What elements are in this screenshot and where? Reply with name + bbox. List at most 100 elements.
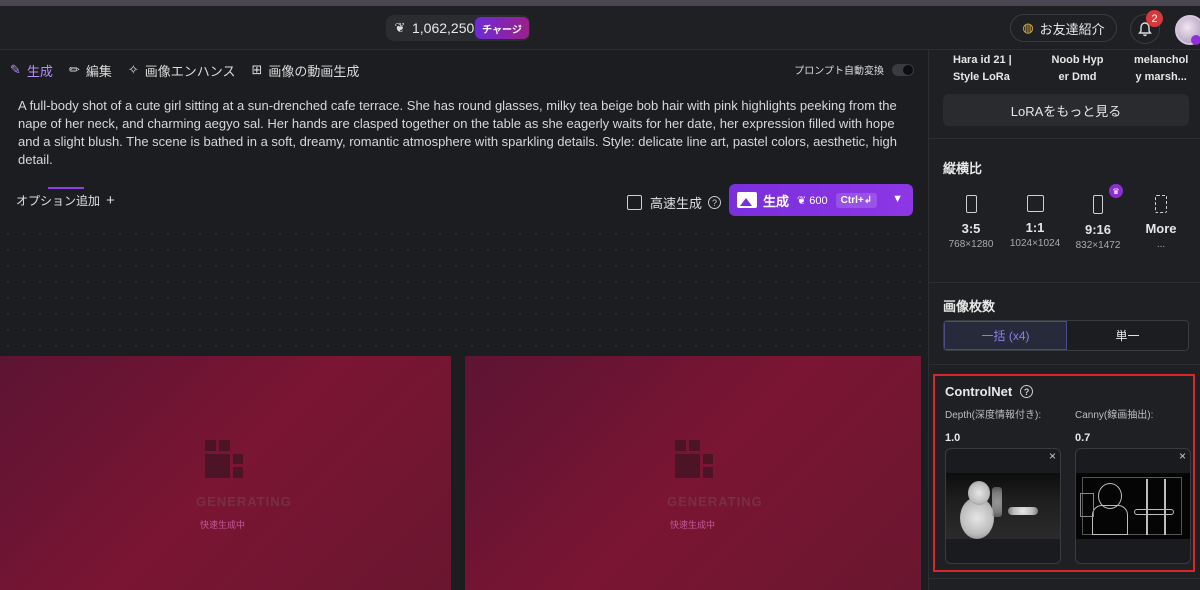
video-gen-icon: ⊞ bbox=[251, 62, 263, 77]
generating-status: GENERATING bbox=[196, 494, 292, 509]
premium-crown-icon bbox=[1191, 35, 1200, 45]
lora-item[interactable]: Noob Hyp er Dmd bbox=[1036, 52, 1120, 86]
depth-image-slot[interactable]: × bbox=[945, 448, 1061, 564]
canny-strength-value[interactable]: 0.7 bbox=[1075, 432, 1090, 444]
user-avatar[interactable] bbox=[1175, 15, 1200, 45]
aspect-ratio-label: 9:16 bbox=[1084, 222, 1112, 237]
auto-prompt-convert: プロンプト自動変換 bbox=[794, 62, 914, 77]
lora-name-line: Style LoRa bbox=[953, 71, 1010, 83]
chevron-down-icon[interactable]: ▼ bbox=[892, 193, 903, 205]
pencil-icon: ✏ bbox=[68, 62, 80, 77]
section-divider bbox=[929, 138, 1200, 139]
fast-generate-label: 高速生成 bbox=[650, 196, 703, 211]
tab-generate[interactable]: ✎ 生成 bbox=[10, 61, 53, 80]
shortcut-hint: Ctrl+↲ bbox=[835, 192, 878, 208]
options-label: オプション追加 bbox=[16, 194, 101, 208]
aspect-size-label: 1024×1024 bbox=[1009, 238, 1061, 249]
mode-tabs: ✎ 生成 ✏ 編集 ✧ 画像エンハンス ⊞ 画像の動画生成 bbox=[10, 58, 375, 82]
notification-count-badge: 2 bbox=[1146, 10, 1163, 27]
controlnet-title: ControlNet ? bbox=[945, 384, 1034, 399]
leaf-credit-icon: ❦ bbox=[394, 20, 406, 35]
controlnet-section: ControlNet ? Depth(深度情報付き): Canny(線画抽出):… bbox=[933, 374, 1195, 572]
lora-name-line: Noob Hyp bbox=[1051, 54, 1104, 66]
lora-name-line: er Dmd bbox=[1058, 71, 1097, 83]
batch-x4-option[interactable]: 一括 (x4) bbox=[944, 321, 1067, 350]
image-icon bbox=[737, 192, 757, 208]
single-option[interactable]: 単一 bbox=[1067, 321, 1188, 350]
section-divider bbox=[929, 282, 1200, 283]
aspect-option-9-16[interactable]: 9:16 832×1472 bbox=[1066, 195, 1130, 251]
generate-button[interactable]: 生成 ❦ 600 Ctrl+↲ ▼ bbox=[729, 184, 913, 216]
more-lora-button[interactable]: LoRAをもっと見る bbox=[943, 94, 1189, 126]
controlnet-title-text: ControlNet bbox=[945, 384, 1013, 399]
auto-convert-label: プロンプト自動変換 bbox=[794, 66, 884, 77]
lora-item[interactable]: melanchol y marsh... bbox=[1119, 52, 1200, 86]
tab-video-generation[interactable]: ⊞ 画像の動画生成 bbox=[252, 61, 360, 80]
charge-button[interactable]: チャージ bbox=[475, 17, 529, 39]
top-header: ❦ 1,062,250 チャージ ◍ お友達紹介 2 bbox=[0, 6, 1200, 50]
image-count-toggle: 一括 (x4) 単一 bbox=[943, 320, 1189, 351]
tab-enhance[interactable]: ✧ 画像エンハンス bbox=[128, 61, 236, 80]
invite-friends-button[interactable]: ◍ お友達紹介 bbox=[1010, 14, 1117, 42]
image-count-title: 画像枚数 bbox=[943, 299, 996, 314]
lora-name-line: Hara id 21 | bbox=[953, 54, 1012, 66]
depth-map-image bbox=[946, 473, 1060, 539]
aspect-option-3-5[interactable]: 3:5 768×1280 bbox=[939, 195, 1003, 250]
lora-name-line: y marsh... bbox=[1135, 71, 1187, 83]
generate-cost: ❦ 600 bbox=[797, 194, 828, 207]
fast-generate-option: 高速生成 ? bbox=[627, 193, 722, 212]
fast-generating-tag: 快速生成中 bbox=[670, 520, 716, 530]
cost-value: 600 bbox=[809, 194, 828, 207]
tab-label: 生成 bbox=[26, 63, 53, 79]
aspect-ratio-label: More bbox=[1145, 221, 1177, 236]
canny-image-slot[interactable]: × bbox=[1075, 448, 1191, 564]
aspect-ratio-label: 1:1 bbox=[1025, 220, 1045, 235]
add-options-button[interactable]: オプション追加 + bbox=[16, 187, 115, 209]
settings-sidebar: Hara id 21 | Style LoRa Noob Hyp er Dmd … bbox=[928, 50, 1200, 590]
fast-generating-tag: 快速生成中 bbox=[200, 520, 246, 530]
help-icon[interactable]: ? bbox=[1020, 385, 1034, 398]
square-shape-icon bbox=[1026, 195, 1044, 212]
generating-status: GENERATING bbox=[667, 494, 763, 509]
portrait-shape-icon bbox=[965, 195, 977, 213]
aspect-option-more[interactable]: More ... bbox=[1129, 195, 1193, 250]
lora-name-line: melanchol bbox=[1133, 54, 1189, 66]
credit-balance: 1,062,250 bbox=[412, 20, 475, 36]
money-bag-icon: ◍ bbox=[1022, 20, 1034, 35]
aspect-size-label: 768×1280 bbox=[948, 239, 994, 250]
generating-card: GENERATING 快速生成中 bbox=[0, 356, 451, 590]
depth-strength-value[interactable]: 1.0 bbox=[945, 432, 960, 444]
aspect-option-1-1[interactable]: 1:1 1024×1024 bbox=[1003, 195, 1067, 249]
canny-edge-image bbox=[1076, 473, 1190, 539]
tab-edit[interactable]: ✏ 編集 bbox=[69, 61, 112, 80]
aspect-ratio-title: 縦横比 bbox=[943, 161, 983, 176]
close-icon[interactable]: × bbox=[1049, 449, 1056, 463]
enhance-icon: ✧ bbox=[127, 62, 139, 77]
aspect-ratio-label: 3:5 bbox=[961, 221, 981, 236]
tab-label: 画像の動画生成 bbox=[268, 63, 360, 79]
premium-crown-icon: ♛ bbox=[1109, 184, 1123, 198]
tall-portrait-shape-icon bbox=[1093, 195, 1103, 214]
section-divider bbox=[929, 364, 1200, 365]
canvas-dot-grid bbox=[0, 226, 928, 356]
lora-list: Hara id 21 | Style LoRa Noob Hyp er Dmd … bbox=[953, 52, 1200, 86]
invite-label: お友達紹介 bbox=[1039, 21, 1105, 37]
canny-label: Canny(線画抽出): bbox=[1075, 410, 1154, 421]
help-icon[interactable]: ? bbox=[708, 196, 722, 209]
placeholder-logo-icon bbox=[675, 440, 713, 478]
tab-label: 画像エンハンス bbox=[144, 63, 236, 79]
aspect-size-label: 832×1472 bbox=[1075, 240, 1121, 251]
close-icon[interactable]: × bbox=[1179, 449, 1186, 463]
section-divider bbox=[929, 578, 1200, 579]
auto-convert-switch[interactable] bbox=[892, 63, 914, 76]
lora-item[interactable]: Hara id 21 | Style LoRa bbox=[953, 52, 1036, 86]
fast-generate-checkbox[interactable] bbox=[627, 195, 642, 210]
prompt-textarea[interactable]: A full-body shot of a cute girl sitting … bbox=[18, 97, 898, 169]
more-ratios-icon bbox=[1155, 195, 1167, 213]
tab-label: 編集 bbox=[85, 63, 112, 79]
generate-label: 生成 bbox=[763, 193, 790, 209]
plus-icon: + bbox=[106, 192, 115, 209]
main-generation-panel: ✎ 生成 ✏ 編集 ✧ 画像エンハンス ⊞ 画像の動画生成 プロンプト自動変換 … bbox=[0, 50, 928, 590]
credits-display: ❦ 1,062,250 チャージ bbox=[386, 15, 530, 41]
brush-icon: ✎ bbox=[10, 62, 21, 77]
